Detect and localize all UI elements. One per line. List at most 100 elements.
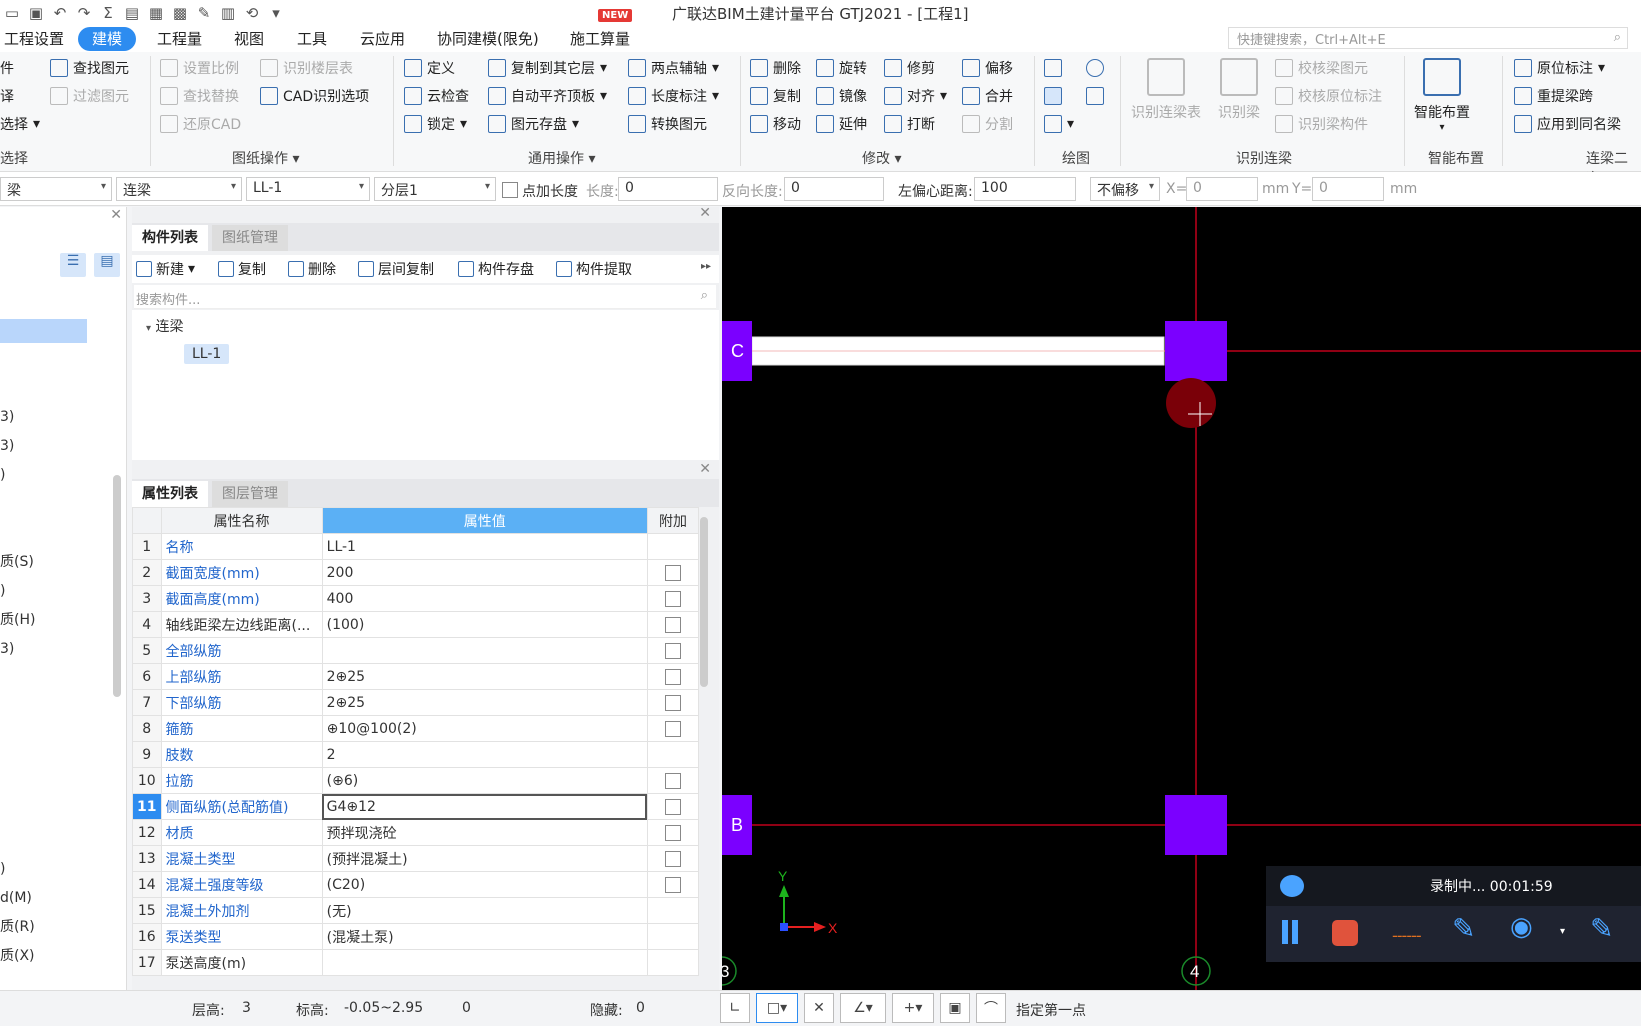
list-item[interactable]: 质(S) [0,548,35,577]
property-value[interactable]: 2⊕25 [321,663,648,690]
attach-checkbox[interactable] [664,798,681,815]
table-row[interactable]: 10 拉筋 (⊕6) [132,767,700,794]
property-value[interactable]: (混凝土泵) [321,923,648,950]
layer-select[interactable]: 分层1 ▾ [374,177,496,201]
identify-component-button[interactable]: 识别梁构件 [1275,113,1368,135]
tab-quantity[interactable]: 工程量 [157,27,202,51]
re-span-button[interactable]: 重提梁跨 [1514,85,1593,107]
cad-options-button[interactable]: CAD识别选项 [260,85,369,107]
reverse-length-input[interactable]: 0 [784,177,884,201]
tab-cloud[interactable]: 云应用 [360,27,405,51]
offset-button[interactable]: 偏移 [962,57,1013,79]
report-icon[interactable]: ▤ [122,3,142,23]
save-icon[interactable]: ▣ [26,3,46,23]
copy-button[interactable]: 复制 [750,85,801,107]
tab-project-settings[interactable]: 工程设置 [4,27,64,51]
tree-node-root[interactable]: ▾ 连梁 [146,316,183,336]
display-button[interactable]: ▣ [940,993,970,1023]
attach-checkbox[interactable] [664,564,681,581]
table-row[interactable]: 16 泵送类型 (混凝土泵) [132,923,700,950]
attach-checkbox[interactable] [664,616,681,633]
list-item[interactable]: ) [0,855,35,884]
delete-button[interactable]: 删除 [288,259,336,279]
property-value[interactable]: ⊕10@100(2) [321,715,648,742]
attach-checkbox[interactable] [664,694,681,711]
marker-icon[interactable]: ✎ [1452,912,1475,945]
close-icon[interactable]: ✕ [699,461,711,477]
auto-level-button[interactable]: 自动平齐顶板 ▾ [488,85,607,107]
table-row[interactable]: 1 名称 LL-1 [132,533,700,560]
close-icon[interactable]: ✕ [699,205,711,221]
split-button[interactable]: 分割 [962,113,1013,135]
property-value[interactable]: 200 [321,559,648,586]
tab-component-list[interactable]: 构件列表 [132,225,208,251]
x-input[interactable]: 0 [1186,177,1258,201]
chevron-down-icon[interactable]: ▾ [1560,926,1565,937]
add-length-checkbox[interactable] [502,182,518,198]
point-tool-button[interactable] [1044,57,1062,79]
check-beam-button[interactable]: 校核梁图元 [1275,57,1368,79]
table-row[interactable]: 13 混凝土类型 (预拌混凝土) [132,845,700,872]
extend-button[interactable]: 延伸 [816,113,867,135]
property-value[interactable]: 400 [321,585,648,612]
list-item[interactable]: 3) [0,403,35,432]
attach-checkbox[interactable] [664,850,681,867]
property-value[interactable]: 2⊕25 [321,689,648,716]
table-row[interactable]: 8 箍筋 ⊕10@100(2) [132,715,700,742]
lock-button[interactable]: 锁定 ▾ [404,113,467,135]
shortcut-search[interactable]: 快捷键搜索，Ctrl+Alt+E ⌕ [1228,27,1628,49]
list-item[interactable]: 质(X) [0,942,35,971]
list-view-icon[interactable]: ☰ [60,253,86,277]
partial-item[interactable]: 件 [0,57,14,79]
table-row[interactable]: 11 侧面纵筋(总配筋值) G4⊕12 [132,793,700,820]
angle-button[interactable]: ∠▾ [840,993,886,1023]
property-value[interactable]: G4⊕12 [321,793,648,820]
cloud-check-button[interactable]: 云检查 [404,85,469,107]
group-common-label[interactable]: 通用操作 ▾ [528,148,595,168]
subtype-select[interactable]: 连梁 ▾ [116,177,242,201]
table-row[interactable]: 14 混凝土强度等级 (C20) [132,871,700,898]
list-item[interactable]: ) [0,577,35,606]
define-button[interactable]: 定义 [404,57,455,79]
component-search-input[interactable]: 搜索构件... ⌕ [134,285,716,309]
edit-icon[interactable]: ✎ [194,3,214,23]
table-row[interactable]: 2 截面宽度(mm) 200 [132,559,700,586]
restore-cad-button[interactable]: 还原CAD [160,113,241,135]
mirror-button[interactable]: 镜像 [816,85,867,107]
length-mark-button[interactable]: 长度标注 ▾ [628,85,719,107]
find-elements-button[interactable]: 查找图元 [50,57,129,79]
check-mark-button[interactable]: 校核原位标注 [1275,85,1382,107]
select-dropdown[interactable]: 选择 ▾ [0,113,40,135]
detail-view-icon[interactable]: ▤ [94,253,120,277]
offset-mode-select[interactable]: 不偏移 ▾ [1090,177,1160,201]
tab-layer-manage[interactable]: 图层管理 [212,481,288,507]
undo-icon[interactable]: ↶ [50,3,70,23]
property-value[interactable] [321,949,648,976]
close-icon[interactable]: ✕ [110,207,122,223]
property-value[interactable]: (⊕6) [321,767,648,794]
merge-button[interactable]: 合并 [962,85,1013,107]
smart-layout-button[interactable]: 智能布置 ▾ [1414,58,1470,133]
in-place-mark-button[interactable]: 原位标注 ▾ [1514,57,1605,79]
attach-checkbox[interactable] [664,772,681,789]
property-value[interactable]: (C20) [321,871,648,898]
dynamic-input-button[interactable]: +▾ [892,993,934,1023]
component-save-button[interactable]: 构件存盘 [458,259,534,279]
group-drawing-label[interactable]: 图纸操作 ▾ [232,148,299,168]
rect-tool-button[interactable] [1086,85,1104,107]
camera-icon[interactable]: ◉ [1510,912,1533,942]
move-button[interactable]: 移动 [750,113,801,135]
arc-tool-button[interactable] [1086,57,1104,79]
list-item[interactable]: ) [0,461,35,490]
property-value[interactable]: (无) [321,897,648,924]
type-select[interactable]: 梁 ▾ [0,177,112,201]
apply-same-button[interactable]: 应用到同名梁 [1514,113,1621,135]
scrollbar[interactable] [700,517,708,687]
new-button[interactable]: 新建 ▾ [136,259,195,279]
property-value[interactable] [321,637,648,664]
list-item[interactable]: 质(H) [0,606,35,635]
component-select[interactable]: LL-1 ▾ [246,177,370,201]
two-point-axis-button[interactable]: 两点辅轴 ▾ [628,57,719,79]
redo-icon[interactable]: ↷ [74,3,94,23]
customize-icon[interactable]: ▾ [266,3,286,23]
